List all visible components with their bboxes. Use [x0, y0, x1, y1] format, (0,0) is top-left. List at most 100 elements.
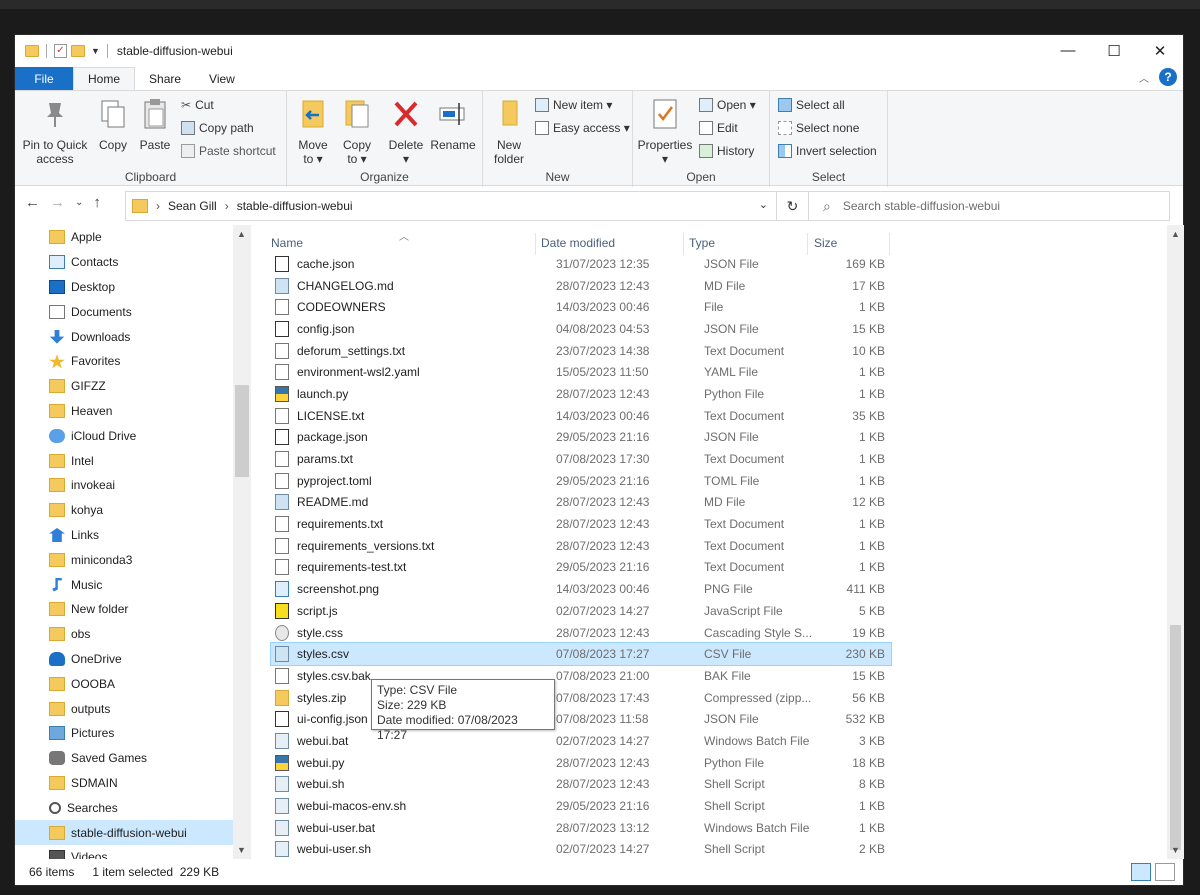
delete-button[interactable]: Delete ▾ [387, 97, 425, 166]
file-row[interactable]: styles.csv.bak 07/08/2023 21:00 BAK File 15… [271, 665, 891, 687]
file-row[interactable]: requirements-test.txt 29/05/2023 21:16 Tex… [271, 557, 891, 579]
nav-item[interactable]: OOOBA [15, 671, 251, 696]
file-row[interactable]: webui-user.sh 02/07/2023 14:27 Shell Scrip… [271, 839, 891, 861]
nav-item[interactable]: Intel [15, 448, 251, 473]
nav-item[interactable]: Pictures [15, 721, 251, 746]
search-input[interactable]: ⌕ Search stable-diffusion-webui [808, 191, 1170, 221]
recent-locations-icon[interactable]: ⌄ [75, 197, 83, 211]
cut-button[interactable]: ✂ Cut [181, 98, 214, 112]
file-row[interactable]: requirements_versions.txt 28/07/2023 12:4… [271, 535, 891, 557]
history-button[interactable]: History [699, 144, 754, 158]
file-row[interactable]: LICENSE.txt 14/03/2023 00:46 Text Document… [271, 405, 891, 427]
paste-shortcut-button[interactable]: Paste shortcut [181, 144, 276, 158]
file-list-scrollbar-thumb[interactable] [1170, 625, 1181, 850]
nav-item[interactable]: Heaven [15, 399, 251, 424]
new-folder-button[interactable]: New folder [489, 97, 529, 166]
file-row[interactable]: cache.json 31/07/2023 12:35 JSON File 169 K… [271, 253, 891, 275]
file-row[interactable]: CODEOWNERS 14/03/2023 00:46 File 1 KB [271, 296, 891, 318]
help-icon[interactable]: ? [1159, 68, 1177, 86]
file-row[interactable]: environment-wsl2.yaml 15/05/2023 11:50 YAM… [271, 361, 891, 383]
nav-item[interactable]: Videos [15, 845, 251, 859]
file-row[interactable]: styles.csv 07/08/2023 17:27 CSV File 230 KB [270, 642, 892, 667]
file-row[interactable]: webui.sh 28/07/2023 12:43 Shell Script 8 KB [271, 774, 891, 796]
rename-button[interactable]: Rename [429, 97, 477, 152]
nav-item[interactable]: SDMAIN [15, 771, 251, 796]
edit-button[interactable]: Edit [699, 121, 738, 135]
copy-button[interactable]: Copy [95, 97, 131, 152]
scroll-down-icon[interactable]: ▼ [1171, 845, 1180, 855]
column-header-date[interactable]: Date modified [541, 231, 615, 255]
move-to-button[interactable]: Move to ▾ [295, 97, 331, 166]
nav-item[interactable]: Searches [15, 795, 251, 820]
breadcrumb-sean-gill[interactable]: Sean Gill [168, 199, 217, 213]
scroll-up-icon[interactable]: ▲ [1171, 229, 1180, 239]
chevron-down-icon[interactable]: ⌄ [759, 198, 768, 211]
tab-file[interactable]: File [15, 67, 73, 90]
file-row[interactable]: params.txt 07/08/2023 17:30 Text Document 1… [271, 448, 891, 470]
copy-path-button[interactable]: Copy path [181, 121, 254, 135]
chevron-right-icon[interactable]: › [156, 199, 160, 213]
nav-item[interactable]: iCloud Drive [15, 423, 251, 448]
tab-home[interactable]: Home [73, 67, 136, 90]
details-view-button[interactable] [1131, 863, 1151, 881]
refresh-button[interactable]: ↻ [776, 192, 808, 220]
tab-view[interactable]: View [195, 67, 249, 90]
nav-item[interactable]: Music [15, 572, 251, 597]
tab-share[interactable]: Share [135, 67, 195, 90]
breadcrumb-current[interactable]: stable-diffusion-webui [237, 199, 353, 213]
file-row[interactable]: screenshot.png 14/03/2023 00:46 PNG File 41… [271, 578, 891, 600]
column-header-name[interactable]: Name [271, 231, 303, 255]
file-row[interactable]: script.js 02/07/2023 14:27 JavaScript File… [271, 600, 891, 622]
easy-access-button[interactable]: Easy access ▾ [535, 121, 630, 135]
select-all-button[interactable]: Select all [778, 98, 845, 112]
nav-item[interactable]: Favorites [15, 349, 251, 374]
properties-button[interactable]: Properties ▾ [637, 97, 693, 166]
file-row[interactable]: launch.py 28/07/2023 12:43 Python File 1 KB [271, 383, 891, 405]
nav-item[interactable]: New folder [15, 597, 251, 622]
file-row[interactable]: styles.zip 07/08/2023 17:43 Compressed (zi… [271, 687, 891, 709]
maximize-button[interactable]: ☐ [1091, 35, 1137, 66]
nav-item[interactable]: Contacts [15, 250, 251, 275]
open-button[interactable]: Open ▾ [699, 98, 756, 112]
column-header-size[interactable]: Size [814, 231, 837, 255]
chevron-right-icon[interactable]: › [225, 199, 229, 213]
file-row[interactable]: README.md 28/07/2023 12:43 MD File 12 KB [271, 492, 891, 514]
nav-item[interactable]: Downloads [15, 324, 251, 349]
nav-item[interactable]: outputs [15, 696, 251, 721]
file-row[interactable]: pyproject.toml 29/05/2023 21:16 TOML File 1… [271, 470, 891, 492]
nav-item[interactable]: Links [15, 523, 251, 548]
file-row[interactable]: webui.py 28/07/2023 12:43 Python File 18 KB [271, 752, 891, 774]
nav-item[interactable]: obs [15, 622, 251, 647]
nav-item[interactable]: Documents [15, 299, 251, 324]
nav-item[interactable]: GIFZZ [15, 374, 251, 399]
column-divider[interactable] [683, 233, 684, 255]
nav-item[interactable]: invokeai [15, 473, 251, 498]
nav-item[interactable]: Desktop [15, 275, 251, 300]
address-bar[interactable]: › Sean Gill › stable-diffusion-webui ⌄ ↻ [125, 191, 809, 221]
file-list-scrollbar[interactable]: ▲ ▼ [1167, 225, 1184, 859]
file-row[interactable]: config.json 04/08/2023 04:53 JSON File 15 K… [271, 318, 891, 340]
file-row[interactable]: CHANGELOG.md 28/07/2023 12:43 MD File 17 KB [271, 275, 891, 297]
nav-item[interactable]: stable-diffusion-webui [15, 820, 251, 845]
select-none-button[interactable]: Select none [778, 121, 859, 135]
file-row[interactable]: webui-user.bat 28/07/2023 13:12 Windows Ba… [271, 817, 891, 839]
column-header-type[interactable]: Type [689, 231, 715, 255]
pin-to-quick-access-button[interactable]: Pin to Quick access [21, 97, 89, 166]
nav-item[interactable]: miniconda3 [15, 547, 251, 572]
invert-selection-button[interactable]: Invert selection [778, 144, 877, 158]
new-item-button[interactable]: New item ▾ [535, 98, 612, 112]
nav-scrollbar-thumb[interactable] [235, 385, 249, 477]
customize-qat-icon[interactable]: ▼ [91, 46, 100, 56]
file-row[interactable]: package.json 29/05/2023 21:16 JSON File 1 K… [271, 427, 891, 449]
properties-qat-icon[interactable]: ✓ [54, 43, 67, 58]
paste-button[interactable]: Paste [137, 97, 173, 152]
nav-item[interactable]: OneDrive [15, 647, 251, 672]
file-row[interactable]: webui-macos-env.sh 29/05/2023 21:16 Shell … [271, 795, 891, 817]
scroll-up-icon[interactable]: ▲ [237, 229, 246, 239]
large-icons-view-button[interactable] [1155, 863, 1175, 881]
file-row[interactable]: deforum_settings.txt 23/07/2023 14:38 Text… [271, 340, 891, 362]
file-row[interactable]: webui.bat 02/07/2023 14:27 Windows Batch F… [271, 730, 891, 752]
column-divider[interactable] [807, 233, 808, 255]
column-divider[interactable] [535, 233, 536, 255]
minimize-button[interactable]: — [1045, 35, 1091, 66]
